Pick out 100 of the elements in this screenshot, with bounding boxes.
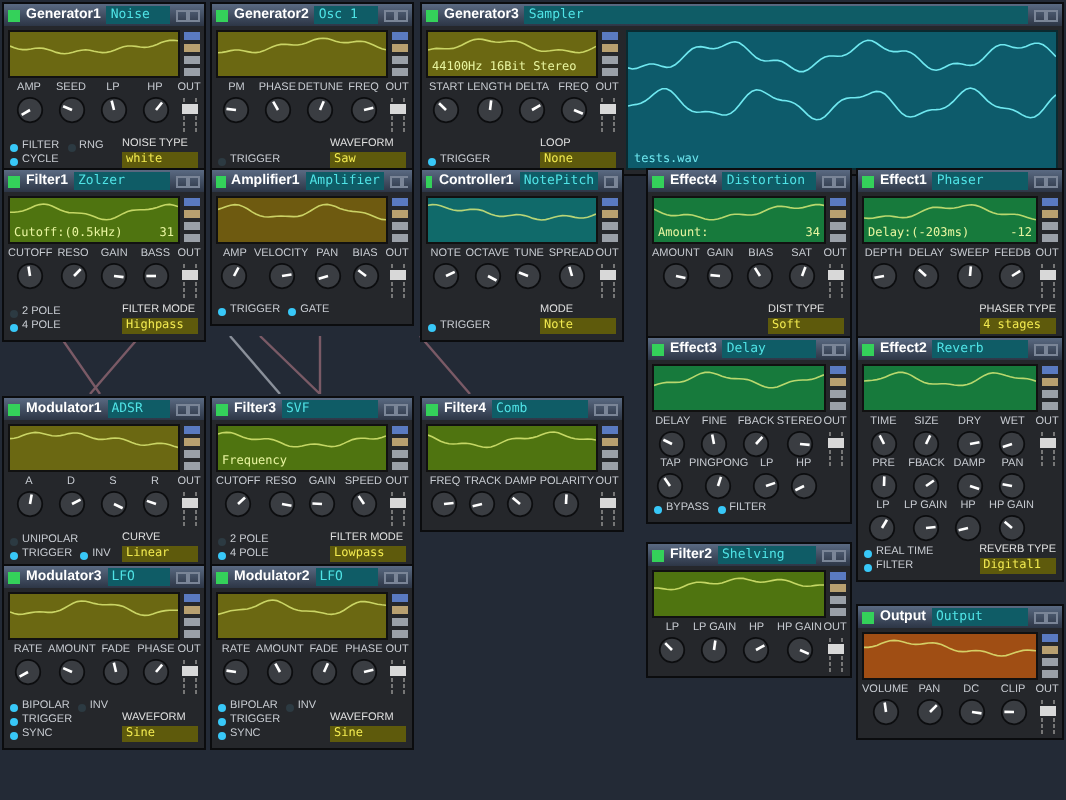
output-fader[interactable] [597,96,617,136]
knob[interactable] [16,262,45,290]
power-led-icon[interactable] [216,571,228,583]
display-mode-buttons-icon[interactable] [392,30,408,78]
knob[interactable] [789,472,818,500]
power-led-icon[interactable] [216,9,228,21]
knob[interactable] [998,262,1027,290]
knob[interactable] [99,96,127,124]
knob[interactable] [57,658,86,686]
knob[interactable] [955,262,984,290]
knob[interactable] [57,96,85,124]
knob[interactable] [912,430,941,458]
knob[interactable] [911,514,940,542]
knob[interactable] [15,490,43,518]
output-fader[interactable] [1037,430,1057,470]
output-fader[interactable] [597,262,617,302]
display-mode-buttons-icon[interactable] [392,592,408,640]
window-buttons-icon[interactable] [389,175,408,187]
window-buttons-icon[interactable] [1034,175,1058,187]
knob[interactable] [263,96,292,124]
power-led-icon[interactable] [862,175,874,187]
knob[interactable] [752,472,781,500]
window-buttons-icon[interactable] [1034,9,1058,21]
knob[interactable] [998,472,1027,500]
window-buttons-icon[interactable] [176,9,200,21]
knob[interactable] [704,472,733,500]
output-fader[interactable] [387,96,407,136]
window-buttons-icon[interactable] [822,175,846,187]
power-led-icon[interactable] [8,175,20,187]
knob[interactable] [742,636,771,664]
display-mode-buttons-icon[interactable] [830,196,846,244]
power-led-icon[interactable] [652,549,664,561]
display-mode-buttons-icon[interactable] [1042,196,1058,244]
knob[interactable] [222,658,251,686]
display-mode-buttons-icon[interactable] [392,196,408,244]
knob[interactable] [869,430,898,458]
knob[interactable] [658,636,687,664]
window-buttons-icon[interactable] [822,343,846,355]
display-mode-buttons-icon[interactable] [1042,364,1058,412]
knob[interactable] [351,262,380,290]
window-buttons-icon[interactable] [1034,343,1058,355]
power-led-icon[interactable] [862,611,874,623]
output-fader[interactable] [1037,698,1057,738]
power-led-icon[interactable] [862,343,874,355]
output-fader[interactable] [825,262,845,302]
display-mode-buttons-icon[interactable] [602,30,618,78]
knob[interactable] [741,430,770,458]
display-mode-buttons-icon[interactable] [184,424,200,472]
power-led-icon[interactable] [426,403,438,415]
display-mode-buttons-icon[interactable] [392,424,408,472]
knob[interactable] [265,658,294,686]
knob[interactable] [141,96,169,124]
power-led-icon[interactable] [8,571,20,583]
window-buttons-icon[interactable] [176,571,200,583]
output-fader[interactable] [387,658,407,698]
knob[interactable] [141,490,169,518]
knob[interactable] [349,490,378,518]
output-fader[interactable] [825,430,845,470]
knob[interactable] [309,658,338,686]
power-led-icon[interactable] [652,343,664,355]
knob[interactable] [955,430,984,458]
knob[interactable] [998,430,1027,458]
knob[interactable] [306,96,335,124]
knob[interactable] [267,490,295,518]
display-mode-buttons-icon[interactable] [602,424,618,472]
knob[interactable] [141,658,170,686]
knob[interactable] [912,472,941,500]
display-mode-buttons-icon[interactable] [830,364,846,412]
power-led-icon[interactable] [652,175,664,187]
display-mode-buttons-icon[interactable] [602,196,618,244]
power-led-icon[interactable] [8,403,20,415]
knob[interactable] [700,430,729,458]
knob[interactable] [656,472,685,500]
window-buttons-icon[interactable] [176,403,200,415]
window-buttons-icon[interactable] [384,571,408,583]
knob[interactable] [552,490,581,518]
knob[interactable] [430,490,459,518]
knob[interactable] [700,636,729,664]
knob[interactable] [57,490,85,518]
knob[interactable] [706,262,735,290]
knob[interactable] [349,658,378,686]
knob[interactable] [267,262,296,290]
output-fader[interactable] [179,490,199,530]
knob[interactable] [220,262,249,290]
window-buttons-icon[interactable] [604,175,618,187]
knob[interactable] [349,96,378,124]
knob[interactable] [222,96,251,124]
knob[interactable] [141,262,170,290]
output-fader[interactable] [387,490,407,530]
power-led-icon[interactable] [426,9,438,21]
power-led-icon[interactable] [8,9,20,21]
output-fader[interactable] [597,490,617,530]
power-led-icon[interactable] [216,403,228,415]
window-buttons-icon[interactable] [176,175,200,187]
knob[interactable] [999,698,1028,726]
output-fader[interactable] [179,262,199,302]
knob[interactable] [514,262,543,290]
knob[interactable] [869,472,898,500]
output-fader[interactable] [825,636,845,676]
knob[interactable] [557,262,586,290]
